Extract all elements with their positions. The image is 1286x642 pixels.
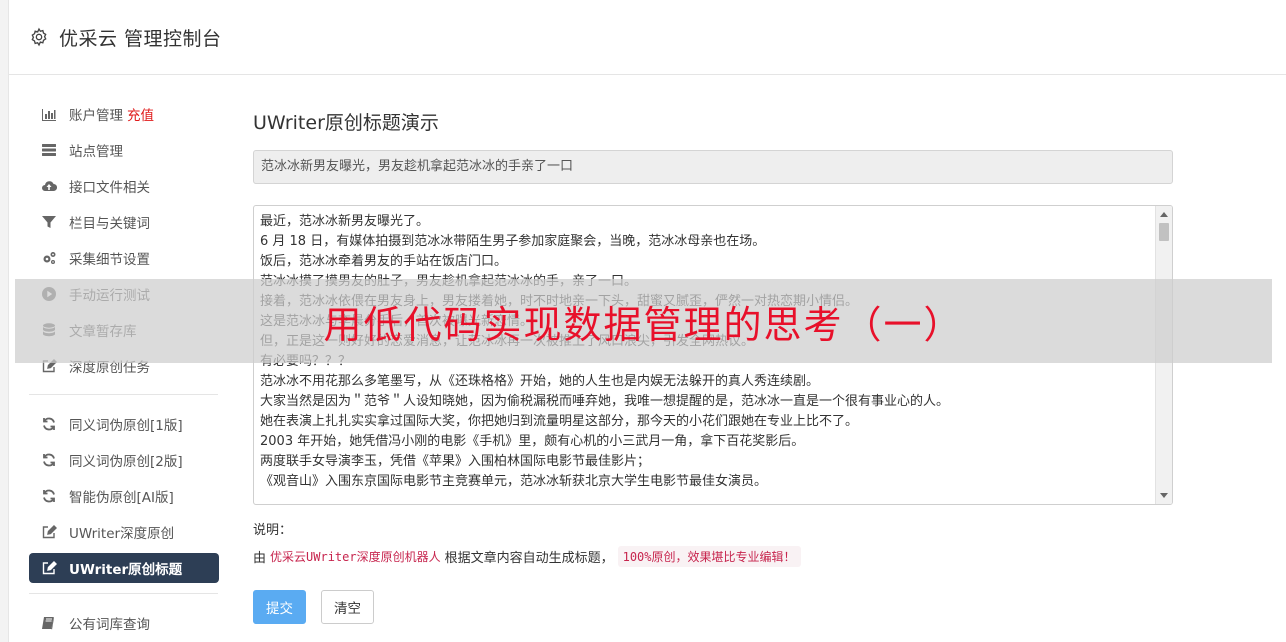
title-output-field[interactable]: 范冰冰新男友曝光，男友趁机拿起范冰冰的手亲了一口 [253,150,1173,184]
content-line: 最近，范冰冰新男友曝光了。 [260,214,430,229]
sidebar-item[interactable]: 采集细节设置 [29,240,219,276]
watermark-banner: 用低代码实现数据管理的思考（一） [15,279,1272,363]
cloud-upload-icon-svg [41,181,57,192]
content-line: 饭后，范冰冰牵着男友的手站在饭店门口。 [260,254,508,269]
cloud-upload-icon [40,178,57,195]
cogs-icon [40,250,57,267]
note-prefix: 由 [253,551,267,566]
recharge-link[interactable]: 充值 [127,104,154,124]
sidebar: 账户管理充值站点管理接口文件相关栏目与关键词采集细节设置手动运行测试文章暂存库深… [29,96,219,641]
gear-icon [31,27,47,47]
refresh-icon-svg [42,417,55,431]
sidebar-divider [29,394,218,395]
clear-button[interactable]: 清空 [321,590,374,624]
refresh-icon-svg [42,453,55,467]
sidebar-item-label: 接口文件相关 [69,180,150,196]
filter-icon-svg [41,216,56,228]
sidebar-item[interactable]: UWriter原创标题 [29,553,219,583]
edit-icon-svg [42,561,57,575]
scroll-down-icon[interactable] [1160,493,1168,498]
sidebar-item[interactable]: 栏目与关键词 [29,204,219,240]
book-icon [40,615,57,632]
note-code-badge: 100%原创，效果堪比专业编辑！ [617,546,801,567]
sidebar-item[interactable]: UWriter深度原创 [29,514,219,550]
content-line: 2003 年开始，她凭借冯小刚的电影《手机》里，颇有心机的小三武月一角，拿下百花… [260,434,805,449]
sidebar-item[interactable]: 智能伪原创[AI版] [29,478,219,514]
content-line: 大家当然是因为＂范爷＂人设知晓她，因为偷税漏税而唾弃她，我唯一想提醒的是，范冰冰… [260,394,950,409]
sidebar-divider [29,593,218,594]
refresh-icon-svg [42,489,55,503]
scroll-thumb[interactable] [1159,223,1169,241]
sidebar-item[interactable]: 站点管理 [29,132,219,168]
sidebar-item-label: 账户管理 [69,108,123,124]
sidebar-item-label: 公有词库查询 [69,617,150,633]
server-icon-svg [41,144,56,156]
note-highlight: 优采云UWriter深度原创机器人 [270,550,441,564]
refresh-icon [40,488,57,505]
content-line: 范冰冰不用花那么多笔墨写，从《还珠格格》开始，她的人生也是内娱无法躲开的真人秀连… [260,374,820,389]
refresh-icon [40,416,57,433]
action-buttons: 提交 清空 [253,590,1173,624]
app-title: 优采云 管理控制台 [59,27,222,50]
sidebar-item[interactable]: 接口文件相关 [29,168,219,204]
content-line: 她在表演上扎扎实实拿过国际大奖，你把她归到流量明星这部分，那今天的小花们跟她在专… [260,414,859,429]
cogs-icon-svg [43,252,55,264]
content-line: 《观音山》入围东京国际电影节主竞赛单元，范冰冰斩获北京大学生电影节最佳女演员。 [260,474,768,489]
submit-button[interactable]: 提交 [253,590,306,624]
edit-icon [40,524,57,541]
edit-icon-svg [42,525,57,539]
edit-icon [40,560,57,577]
server-icon [40,142,57,159]
sidebar-item-label: UWriter原创标题 [69,562,183,578]
book-icon-svg [41,617,54,630]
watermark-text: 用低代码实现数据管理的思考（一） [323,302,964,347]
scroll-up-icon[interactable] [1160,212,1168,217]
bar-chart-icon-svg [41,109,56,121]
sidebar-item-label: 智能伪原创[AI版] [69,490,174,506]
sidebar-item[interactable]: 账户管理 充值 [29,96,219,132]
brand[interactable]: 优采云 管理控制台 [29,24,222,50]
sidebar-item[interactable]: 同义词伪原创[2版] [29,442,219,478]
bar-chart-icon [40,106,57,123]
sidebar-item-label: 同义词伪原创[1版] [69,418,183,434]
top-bar: 优采云 管理控制台 [9,0,1286,75]
content-line: 两度联手女导演李玉，凭借《苹果》入围柏林国际电影节最佳影片； [260,454,651,469]
sidebar-item-label: 站点管理 [69,144,123,160]
filter-icon [40,214,57,231]
sidebar-item-label: 采集细节设置 [69,252,150,268]
note-label: 说明： [253,523,293,538]
sidebar-item[interactable]: 同义词伪原创[1版] [29,406,219,442]
sidebar-item-label: 栏目与关键词 [69,216,150,232]
sidebar-item-label: UWriter深度原创 [69,526,175,542]
refresh-icon [40,452,57,469]
note-middle: 根据文章内容自动生成标题， [444,551,614,566]
sidebar-item[interactable]: 公有词库查询 [29,605,219,641]
note-description: 由 优采云UWriter深度原创机器人 根据文章内容自动生成标题， 100%原创… [253,546,1173,567]
content-line: 6 月 18 日，有媒体拍摄到范冰冰带陌生男子参加家庭聚会，当晚，范冰冰母亲也在… [260,234,766,249]
sidebar-item-label: 同义词伪原创[2版] [69,454,183,470]
page-title: UWriter原创标题演示 [253,112,439,134]
